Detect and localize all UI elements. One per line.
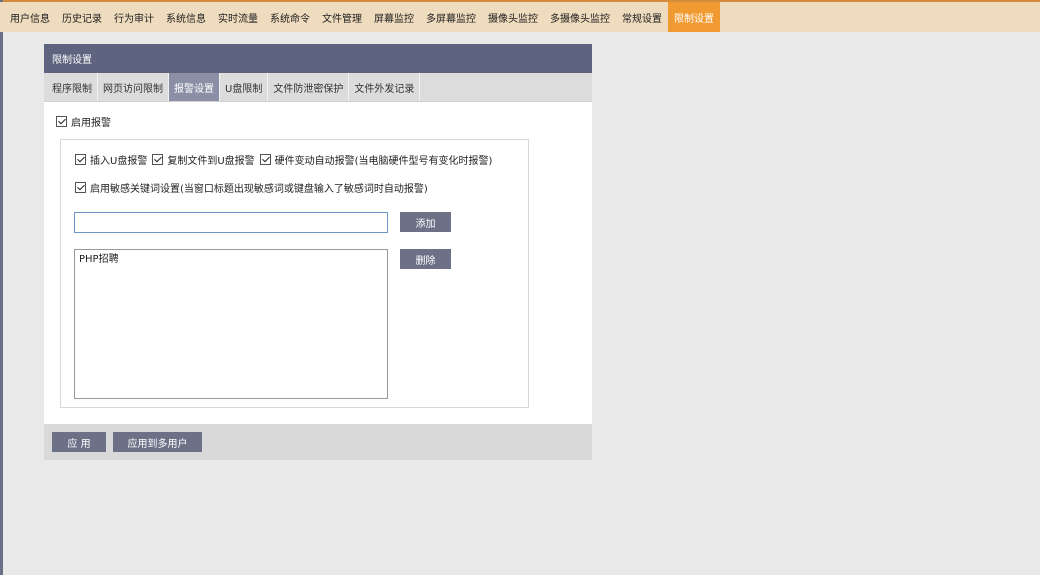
menu-item-multi-screen-monitor[interactable]: 多屏幕监控 bbox=[420, 2, 482, 32]
tab-program-restriction[interactable]: 程序限制 bbox=[47, 73, 98, 101]
apply-to-multiple-users-button[interactable]: 应用到多用户 bbox=[113, 432, 202, 452]
settings-tab-bar: 程序限制 网页访问限制 报警设置 U盘限制 文件防泄密保护 文件外发记录 bbox=[44, 73, 592, 102]
delete-keyword-button[interactable]: 删除 bbox=[400, 249, 451, 269]
restriction-settings-panel: 限制设置 程序限制 网页访问限制 报警设置 U盘限制 文件防泄密保护 文件外发记… bbox=[44, 44, 592, 460]
window-left-edge bbox=[0, 0, 3, 575]
hardware-change-option: 硬件变动自动报警(当电脑硬件型号有变化时报警) bbox=[259, 152, 493, 167]
panel-title: 限制设置 bbox=[44, 44, 592, 73]
enable-alarm-checkbox[interactable] bbox=[56, 116, 67, 127]
menu-item-user-info[interactable]: 用户信息 bbox=[4, 2, 56, 32]
enable-alarm-label: 启用报警 bbox=[71, 118, 111, 129]
menu-item-system-command[interactable]: 系统命令 bbox=[264, 2, 316, 32]
menu-item-multi-camera-monitor[interactable]: 多摄像头监控 bbox=[544, 2, 616, 32]
copy-to-usb-label: 复制文件到U盘报警 bbox=[167, 156, 255, 167]
sensitive-keywords-option: 启用敏感关键词设置(当窗口标题出现敏感词或键盘输入了敏感词时自动报警) bbox=[75, 180, 428, 195]
tab-alarm-settings[interactable]: 报警设置 bbox=[169, 73, 220, 101]
keyword-input[interactable] bbox=[74, 212, 388, 233]
menu-item-history[interactable]: 历史记录 bbox=[56, 2, 108, 32]
menu-item-behavior-audit[interactable]: 行为审计 bbox=[108, 2, 160, 32]
menu-item-restriction-settings[interactable]: 限制设置 bbox=[668, 2, 720, 32]
usb-insert-option: 插入U盘报警 bbox=[75, 152, 147, 167]
tab-file-outgoing-record[interactable]: 文件外发记录 bbox=[349, 73, 421, 101]
menu-item-general-settings[interactable]: 常规设置 bbox=[616, 2, 668, 32]
list-item[interactable]: PHP招聘 bbox=[79, 253, 383, 267]
usb-insert-label: 插入U盘报警 bbox=[90, 156, 148, 167]
menu-item-realtime-traffic[interactable]: 实时流量 bbox=[212, 2, 264, 32]
top-menu-bar: 用户信息 历史记录 行为审计 系统信息 实时流量 系统命令 文件管理 屏幕监控 … bbox=[0, 2, 1040, 32]
add-keyword-button[interactable]: 添加 bbox=[400, 212, 451, 232]
copy-to-usb-option: 复制文件到U盘报警 bbox=[152, 152, 255, 167]
panel-footer: 应 用 应用到多用户 bbox=[44, 424, 592, 460]
usb-insert-checkbox[interactable] bbox=[75, 154, 86, 165]
alarm-options-box: 插入U盘报警 复制文件到U盘报警 硬件变动自动报警(当电脑硬件型号有变化时报警)… bbox=[60, 139, 529, 408]
tab-usb-restriction[interactable]: U盘限制 bbox=[220, 73, 269, 101]
menu-item-system-info[interactable]: 系统信息 bbox=[160, 2, 212, 32]
hardware-change-checkbox[interactable] bbox=[259, 154, 271, 165]
hardware-change-label: 硬件变动自动报警(当电脑硬件型号有变化时报警) bbox=[274, 156, 493, 167]
sensitive-keywords-checkbox[interactable] bbox=[75, 182, 86, 193]
apply-button[interactable]: 应 用 bbox=[52, 432, 106, 452]
enable-alarm-option: 启用报警 bbox=[56, 114, 111, 129]
menu-item-screen-monitor[interactable]: 屏幕监控 bbox=[368, 2, 420, 32]
keyword-list[interactable]: PHP招聘 bbox=[74, 249, 388, 399]
alarm-options-row: 插入U盘报警 复制文件到U盘报警 硬件变动自动报警(当电脑硬件型号有变化时报警) bbox=[75, 152, 497, 167]
tab-file-leak-protection[interactable]: 文件防泄密保护 bbox=[268, 73, 350, 101]
menu-item-file-manager[interactable]: 文件管理 bbox=[316, 2, 368, 32]
menu-item-camera-monitor[interactable]: 摄像头监控 bbox=[482, 2, 544, 32]
tab-web-access-restriction[interactable]: 网页访问限制 bbox=[98, 73, 169, 101]
copy-to-usb-checkbox[interactable] bbox=[152, 154, 164, 165]
sensitive-keywords-label: 启用敏感关键词设置(当窗口标题出现敏感词或键盘输入了敏感词时自动报警) bbox=[90, 184, 428, 195]
